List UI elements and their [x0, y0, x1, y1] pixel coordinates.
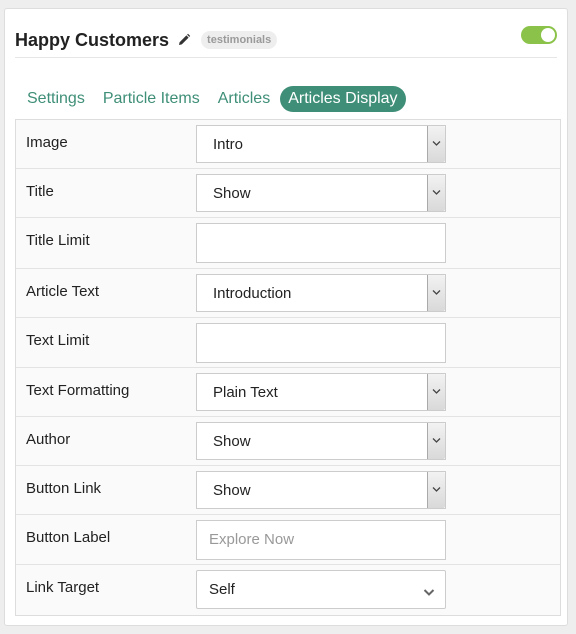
- chevron-down-icon: [427, 472, 445, 508]
- row-title: Title Show: [16, 169, 560, 218]
- article-text-select-value: Introduction: [213, 285, 292, 302]
- chevron-down-icon: [427, 275, 445, 311]
- settings-table: Image Intro Title Show Title Limit Artic…: [15, 119, 561, 616]
- row-link-target: Link Target Self: [16, 565, 560, 615]
- title-select-value: Show: [213, 185, 251, 202]
- row-author: Author Show: [16, 417, 560, 466]
- button-link-label: Button Link: [26, 480, 102, 497]
- text-limit-label: Text Limit: [26, 332, 90, 349]
- title-label: Title: [26, 183, 54, 200]
- text-limit-input[interactable]: [196, 323, 446, 363]
- button-link-select-value: Show: [213, 482, 251, 499]
- row-button-link: Button Link Show: [16, 466, 560, 515]
- title-select[interactable]: Show: [196, 174, 446, 212]
- chevron-down-icon: [423, 584, 435, 601]
- particle-panel: Happy Customers testimonials Settings Pa…: [4, 8, 568, 626]
- button-label-label: Button Label: [26, 529, 111, 546]
- button-link-select[interactable]: Show: [196, 471, 446, 509]
- tab-articles[interactable]: Articles: [210, 86, 278, 112]
- toggle-knob: [541, 28, 555, 42]
- row-title-limit: Title Limit: [16, 218, 560, 269]
- title-limit-input[interactable]: [196, 223, 446, 263]
- text-formatting-label: Text Formatting: [26, 382, 130, 399]
- image-label: Image: [26, 134, 68, 151]
- row-button-label: Button Label Explore Now: [16, 515, 560, 565]
- link-target-select-value: Self: [209, 581, 235, 598]
- enable-toggle[interactable]: [521, 26, 557, 44]
- link-target-select[interactable]: Self: [196, 570, 446, 609]
- tab-bar: Settings Particle Items Articles Article…: [19, 86, 408, 112]
- tab-articles-display[interactable]: Articles Display: [280, 86, 406, 112]
- article-text-label: Article Text: [26, 283, 100, 300]
- title-limit-label: Title Limit: [26, 232, 90, 249]
- divider: [15, 57, 557, 58]
- author-select-value: Show: [213, 433, 251, 450]
- image-select-value: Intro: [213, 136, 244, 153]
- tab-settings[interactable]: Settings: [19, 86, 93, 112]
- author-label: Author: [26, 431, 71, 448]
- pencil-icon[interactable]: [177, 33, 191, 47]
- row-text-formatting: Text Formatting Plain Text: [16, 368, 560, 417]
- author-select[interactable]: Show: [196, 422, 446, 460]
- chevron-down-icon: [427, 175, 445, 211]
- row-text-limit: Text Limit: [16, 318, 560, 368]
- row-image: Image Intro: [16, 120, 560, 169]
- image-select[interactable]: Intro: [196, 125, 446, 163]
- chevron-down-icon: [427, 423, 445, 459]
- button-label-placeholder: Explore Now: [209, 531, 295, 548]
- button-label-input[interactable]: Explore Now: [196, 520, 446, 560]
- chevron-down-icon: [427, 126, 445, 162]
- panel-title: Happy Customers: [15, 29, 170, 50]
- link-target-label: Link Target: [26, 579, 100, 596]
- row-article-text: Article Text Introduction: [16, 269, 560, 318]
- chevron-down-icon: [427, 374, 445, 410]
- article-text-select[interactable]: Introduction: [196, 274, 446, 312]
- tab-particle-items[interactable]: Particle Items: [95, 86, 208, 112]
- particle-type-badge: testimonials: [201, 31, 278, 49]
- text-formatting-select-value: Plain Text: [213, 384, 278, 401]
- text-formatting-select[interactable]: Plain Text: [196, 373, 446, 411]
- panel-header: Happy Customers testimonials: [15, 23, 557, 57]
